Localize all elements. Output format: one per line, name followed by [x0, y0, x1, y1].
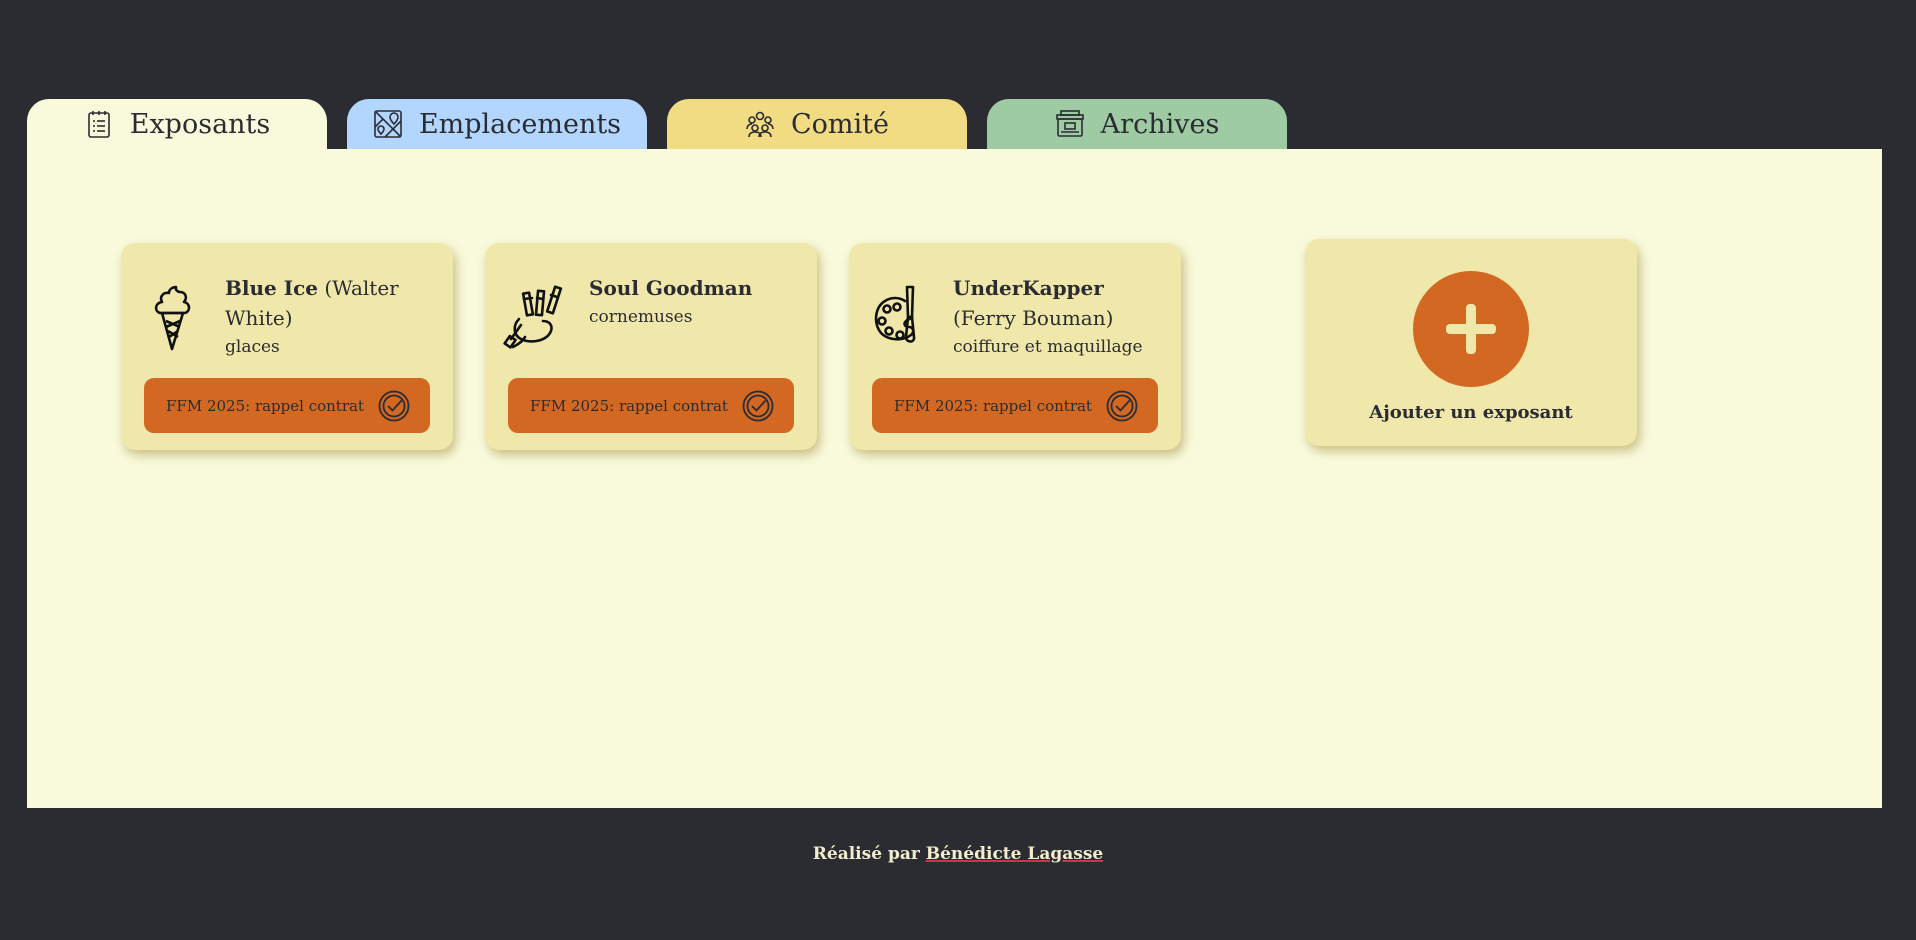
exhibitor-contact: (Ferry Bouman): [953, 306, 1114, 330]
exhibitor-card[interactable]: Soul Goodman cornemuses FFM 2025: rappel…: [485, 243, 817, 450]
exhibitor-name-line: Soul Goodman: [589, 273, 803, 303]
check-circle-icon: [1106, 390, 1138, 422]
footer: Réalisé par Bénédicte Lagasse: [0, 844, 1916, 864]
tab-emplacements[interactable]: Emplacements: [347, 99, 647, 149]
reminder-button[interactable]: FFM 2025: rappel contrat: [872, 378, 1158, 433]
palette-icon: [867, 281, 933, 351]
check-circle-icon: [378, 390, 410, 422]
add-exhibitor-button[interactable]: Ajouter un exposant: [1305, 239, 1637, 446]
exhibitor-card[interactable]: UnderKapper (Ferry Bouman) coiffure et m…: [849, 243, 1181, 450]
tab-label: Exposants: [129, 108, 271, 140]
map-icon: [373, 109, 403, 139]
tab-label: Comité: [791, 108, 889, 140]
exhibitors-panel: Blue Ice (Walter White) glaces FFM 2025:…: [27, 149, 1882, 808]
exhibitor-category: coiffure et maquillage: [953, 337, 1143, 357]
exhibitor-card[interactable]: Blue Ice (Walter White) glaces FFM 2025:…: [121, 243, 453, 450]
footer-prefix: Réalisé par: [812, 844, 920, 864]
reminder-label: FFM 2025: rappel contrat: [166, 396, 364, 415]
exhibitor-info: UnderKapper (Ferry Bouman) coiffure et m…: [953, 273, 1167, 359]
author-link[interactable]: Bénédicte Lagasse: [926, 844, 1103, 864]
tab-label: Emplacements: [418, 108, 622, 140]
tab-label: Archives: [1100, 108, 1220, 140]
exhibitor-category: cornemuses: [589, 307, 693, 327]
archive-box-icon: [1055, 109, 1085, 139]
reminder-label: FFM 2025: rappel contrat: [894, 396, 1092, 415]
tab-archives[interactable]: Archives: [987, 99, 1287, 149]
exhibitor-info: Soul Goodman cornemuses: [589, 273, 803, 329]
exhibitor-name: Blue Ice: [225, 276, 318, 300]
clipboard-list-icon: [84, 109, 114, 139]
reminder-button[interactable]: FFM 2025: rappel contrat: [508, 378, 794, 433]
exhibitor-name: UnderKapper: [953, 276, 1104, 300]
ice-cream-icon: [139, 281, 205, 351]
exhibitor-category: glaces: [225, 337, 280, 357]
bagpipe-icon: [503, 281, 569, 351]
exhibitor-name-line: UnderKapper (Ferry Bouman): [953, 273, 1167, 333]
exhibitor-name: Soul Goodman: [589, 276, 753, 300]
tab-exposants[interactable]: Exposants: [27, 99, 327, 149]
tab-comite[interactable]: Comité: [667, 99, 967, 149]
exhibitor-name-line: Blue Ice (Walter White): [225, 273, 439, 333]
plus-icon: [1413, 271, 1529, 387]
people-group-icon: [745, 109, 775, 139]
reminder-label: FFM 2025: rappel contrat: [530, 396, 728, 415]
reminder-button[interactable]: FFM 2025: rappel contrat: [144, 378, 430, 433]
check-circle-icon: [742, 390, 774, 422]
exhibitor-info: Blue Ice (Walter White) glaces: [225, 273, 439, 359]
add-exhibitor-label: Ajouter un exposant: [1369, 402, 1573, 423]
